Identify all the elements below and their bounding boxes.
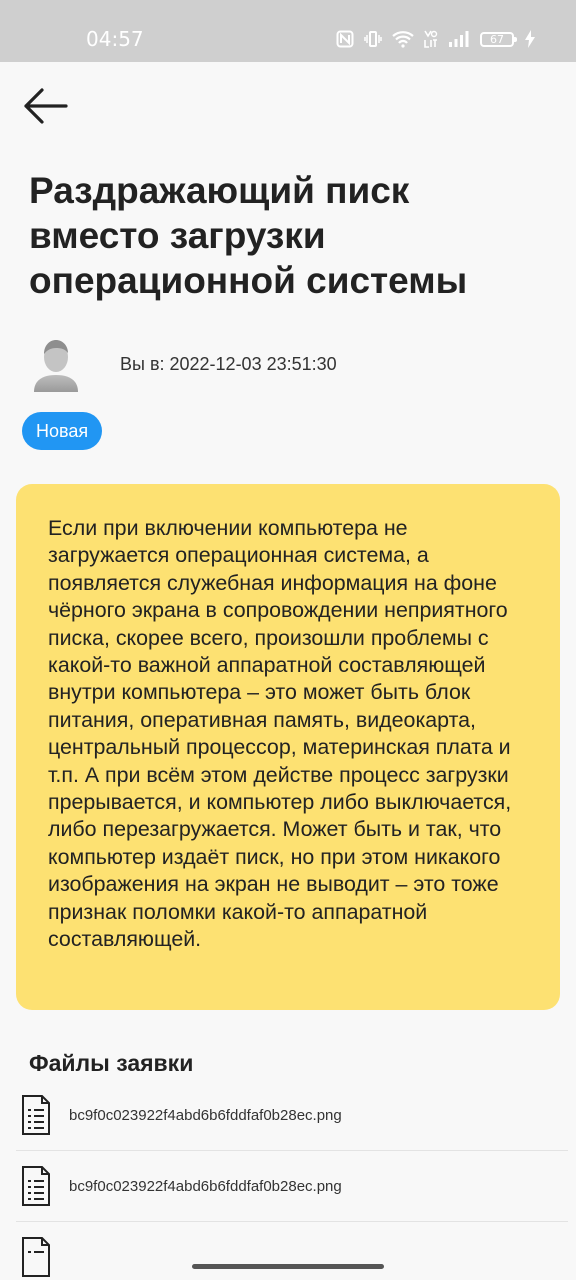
file-name: bc9f0c023922f4abd6b6fddfaf0b28ec.png xyxy=(69,1107,342,1124)
signal-icon xyxy=(448,30,470,48)
status-time: 04:57 xyxy=(86,27,144,51)
file-name: bc9f0c023922f4abd6b6fddfaf0b28ec.png xyxy=(69,1178,342,1195)
file-item[interactable]: bc9f0c023922f4abd6b6fddfaf0b28ec.png xyxy=(16,1080,568,1151)
page-title: Раздражающий писк вместо загрузки операц… xyxy=(29,170,468,301)
charging-icon xyxy=(524,30,536,48)
status-bar: 04:57 67 xyxy=(0,0,576,62)
date-line: Вы в: 2022-12-03 23:51:30 xyxy=(120,354,337,374)
avatar xyxy=(32,338,80,392)
volte-icon xyxy=(424,30,438,48)
description-text: Если при включении компьютера не загружа… xyxy=(48,516,512,952)
document-icon xyxy=(22,1237,50,1277)
file-item[interactable]: bc9f0c023922f4abd6b6fddfaf0b28ec.png xyxy=(16,1151,568,1222)
document-icon xyxy=(22,1095,50,1135)
home-indicator[interactable] xyxy=(192,1264,384,1269)
nfc-icon xyxy=(336,30,354,48)
battery-icon: 67 xyxy=(480,31,517,47)
file-list: bc9f0c023922f4abd6b6fddfaf0b28ec.png bc9… xyxy=(0,1080,576,1277)
document-icon xyxy=(22,1166,50,1206)
status-icons: 67 xyxy=(336,27,536,51)
files-heading: Файлы заявки xyxy=(29,1050,194,1076)
back-button[interactable] xyxy=(22,86,68,126)
file-item-partial[interactable] xyxy=(16,1222,568,1277)
vibrate-icon xyxy=(364,30,382,48)
wifi-icon xyxy=(392,30,414,48)
status-badge: Новая xyxy=(22,412,103,450)
description-card: Если при включении компьютера не загружа… xyxy=(16,484,560,1010)
arrow-left-icon xyxy=(24,88,68,124)
